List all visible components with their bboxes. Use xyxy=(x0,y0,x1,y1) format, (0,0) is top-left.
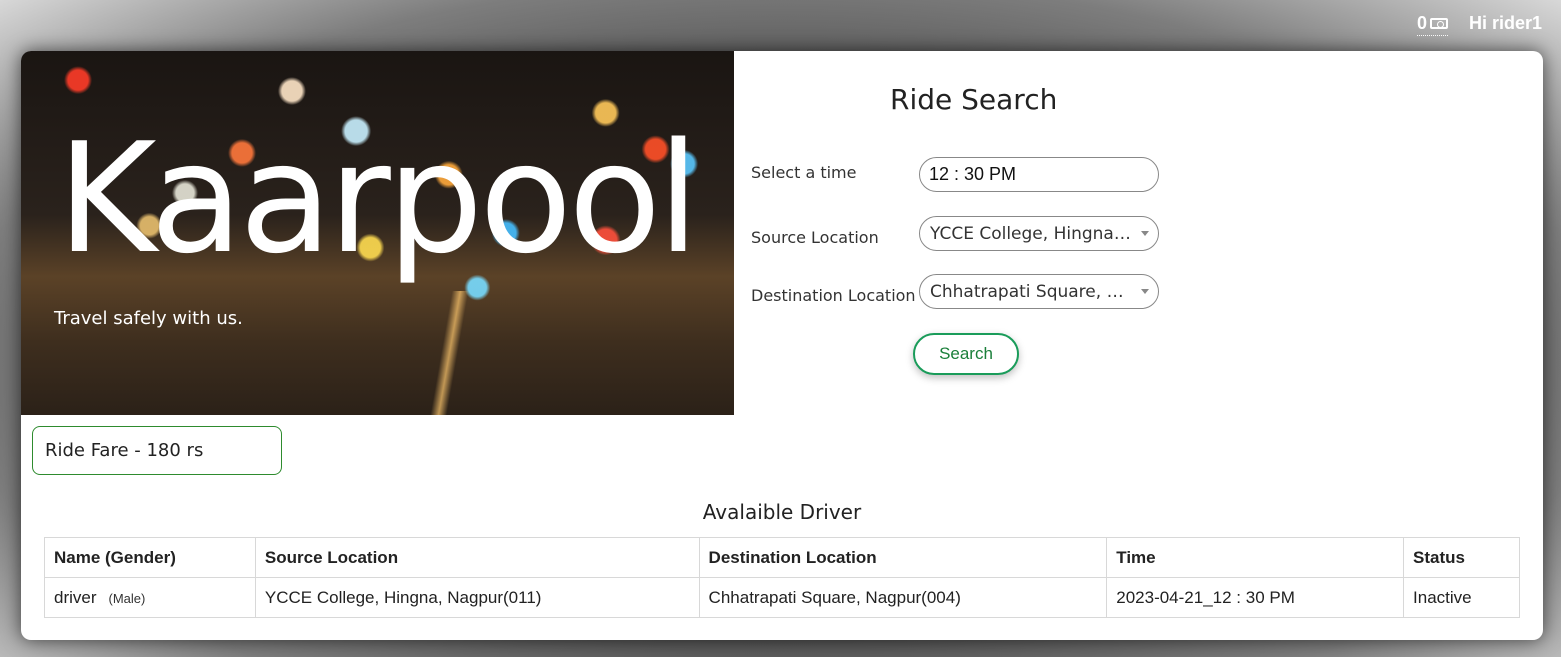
chevron-down-icon xyxy=(1141,231,1149,236)
column-header-time: Time xyxy=(1106,537,1405,578)
source-label: Source Location xyxy=(751,228,879,247)
table-row[interactable]: driver (Male) YCCE College, Hingna, Nagpu… xyxy=(44,577,1520,618)
main-card: Kaarpool Travel safely with us. Ride Sea… xyxy=(21,51,1543,640)
source-select[interactable]: YCCE College, Hingna, Nagpur(011) xyxy=(919,216,1159,251)
cash-icon xyxy=(1430,18,1448,29)
column-header-status: Status xyxy=(1403,537,1520,578)
top-bar: 0 Hi rider1 xyxy=(0,0,1561,46)
driver-name: driver xyxy=(54,587,97,607)
drivers-table: Name (Gender) Source Location Destinatio… xyxy=(44,537,1520,618)
column-header-name: Name (Gender) xyxy=(44,537,256,578)
wallet-amount: 0 xyxy=(1416,13,1427,33)
ride-fare-box: Ride Fare - 180 rs xyxy=(32,426,282,475)
time-input-value: 12 : 30 PM xyxy=(929,164,1017,184)
user-greeting[interactable]: Hi rider1 xyxy=(1469,13,1542,34)
destination-select[interactable]: Chhatrapati Square, Nagpur(004) xyxy=(919,274,1159,309)
driver-status-cell: Inactive xyxy=(1403,577,1520,618)
brand-title: Kaarpool xyxy=(57,110,699,287)
hero-road-light xyxy=(411,291,491,415)
ride-search-title: Ride Search xyxy=(890,83,1058,116)
driver-gender: (Male) xyxy=(108,590,146,606)
chevron-down-icon xyxy=(1141,289,1149,294)
destination-select-value: Chhatrapati Square, Nagpur(004) xyxy=(930,281,1132,302)
driver-source-cell: YCCE College, Hingna, Nagpur(011) xyxy=(254,577,700,618)
ride-fare-text: Ride Fare - 180 rs xyxy=(45,440,204,461)
driver-name-cell: driver (Male) xyxy=(44,577,256,618)
driver-time-cell: 2023-04-21_12 : 30 PM xyxy=(1106,577,1405,618)
source-select-value: YCCE College, Hingna, Nagpur(011) xyxy=(930,223,1132,244)
drivers-table-title: Avalaible Driver xyxy=(702,500,862,524)
time-input[interactable]: 12 : 30 PM xyxy=(919,157,1159,192)
search-button[interactable]: Search xyxy=(913,333,1019,375)
wallet-balance[interactable]: 0 xyxy=(1416,13,1448,36)
brand-tagline: Travel safely with us. xyxy=(54,308,243,329)
column-header-source: Source Location xyxy=(254,537,700,578)
hero-banner: Kaarpool Travel safely with us. xyxy=(21,51,734,415)
column-header-destination: Destination Location xyxy=(698,537,1108,578)
table-header-row: Name (Gender) Source Location Destinatio… xyxy=(44,537,1520,578)
time-label: Select a time xyxy=(751,163,857,182)
destination-label: Destination Location xyxy=(751,286,916,305)
driver-destination-cell: Chhatrapati Square, Nagpur(004) xyxy=(698,577,1108,618)
